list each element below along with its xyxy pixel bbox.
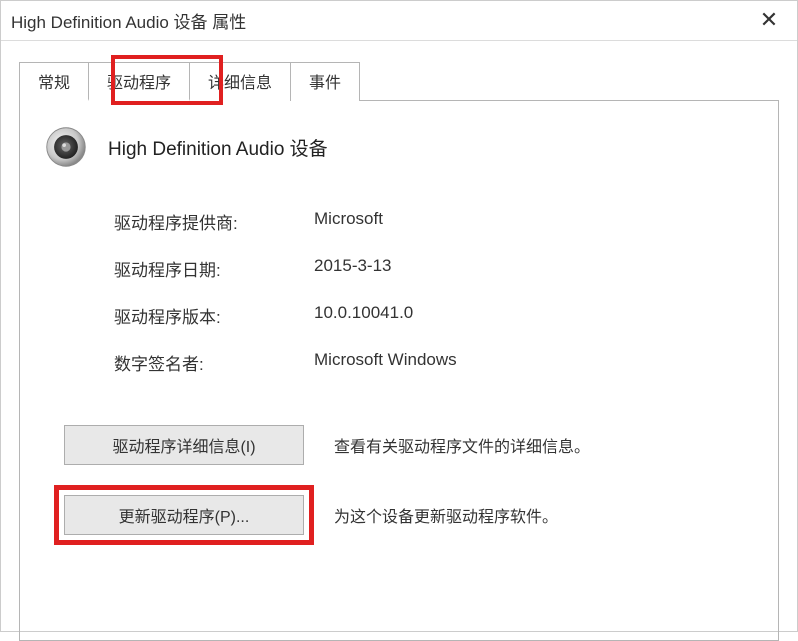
tab-strip: 常规 驱动程序 详细信息 事件	[19, 61, 779, 101]
tab-panel-driver: High Definition Audio 设备 驱动程序提供商: Micros…	[19, 101, 779, 641]
driver-details-desc: 查看有关驱动程序文件的详细信息。	[334, 433, 590, 457]
close-button[interactable]: ✕	[749, 5, 789, 35]
device-header: High Definition Audio 设备	[44, 125, 754, 169]
date-value: 2015-3-13	[314, 256, 392, 281]
tab-general[interactable]: 常规	[19, 62, 89, 101]
provider-label: 驱动程序提供商:	[114, 209, 314, 234]
info-row-version: 驱动程序版本: 10.0.10041.0	[114, 303, 754, 328]
action-row-update: 更新驱动程序(P)... 为这个设备更新驱动程序软件。	[64, 495, 754, 535]
driver-details-button[interactable]: 驱动程序详细信息(I)	[64, 425, 304, 465]
signer-label: 数字签名者:	[114, 350, 314, 375]
driver-actions: 驱动程序详细信息(I) 查看有关驱动程序文件的详细信息。 更新驱动程序(P)..…	[44, 425, 754, 535]
driver-info-grid: 驱动程序提供商: Microsoft 驱动程序日期: 2015-3-13 驱动程…	[44, 209, 754, 375]
info-row-provider: 驱动程序提供商: Microsoft	[114, 209, 754, 234]
action-row-details: 驱动程序详细信息(I) 查看有关驱动程序文件的详细信息。	[64, 425, 754, 465]
info-row-signer: 数字签名者: Microsoft Windows	[114, 350, 754, 375]
window-title: High Definition Audio 设备 属性	[11, 8, 246, 33]
window-titlebar: High Definition Audio 设备 属性 ✕	[1, 1, 797, 41]
tab-details[interactable]: 详细信息	[189, 62, 291, 101]
update-driver-desc: 为这个设备更新驱动程序软件。	[334, 503, 558, 527]
date-label: 驱动程序日期:	[114, 256, 314, 281]
version-label: 驱动程序版本:	[114, 303, 314, 328]
speaker-icon	[44, 125, 88, 169]
info-row-date: 驱动程序日期: 2015-3-13	[114, 256, 754, 281]
version-value: 10.0.10041.0	[314, 303, 413, 328]
content-area: 常规 驱动程序 详细信息 事件	[1, 41, 797, 641]
signer-value: Microsoft Windows	[314, 350, 457, 375]
tab-driver[interactable]: 驱动程序	[88, 62, 190, 101]
provider-value: Microsoft	[314, 209, 383, 234]
close-icon: ✕	[760, 7, 778, 33]
tab-events[interactable]: 事件	[290, 62, 360, 101]
device-name: High Definition Audio 设备	[108, 134, 328, 161]
update-driver-button[interactable]: 更新驱动程序(P)...	[64, 495, 304, 535]
